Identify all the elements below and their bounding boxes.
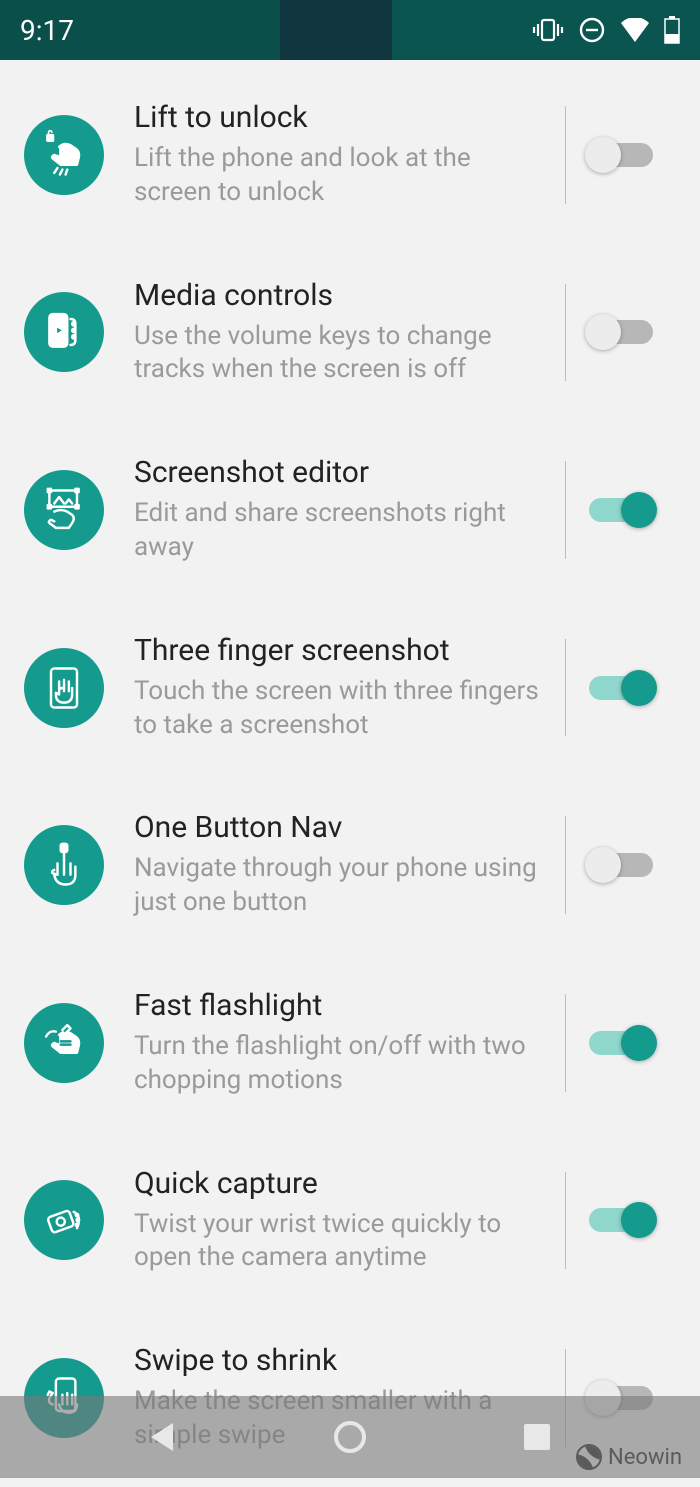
setting-text: Quick capture Twist your wrist twice qui… bbox=[104, 1166, 565, 1276]
setting-desc: Turn the flashlight on/off with two chop… bbox=[134, 1030, 551, 1098]
toggle-screenshot-editor[interactable] bbox=[589, 498, 653, 522]
quick-capture-icon bbox=[24, 1180, 104, 1260]
settings-list[interactable]: Lift to unlock Lift the phone and look a… bbox=[0, 60, 700, 1487]
vibrate-icon bbox=[532, 17, 564, 43]
setting-title: One Button Nav bbox=[134, 810, 551, 846]
setting-title: Three finger screenshot bbox=[134, 633, 551, 669]
setting-title: Screenshot editor bbox=[134, 455, 551, 491]
setting-lift-to-unlock[interactable]: Lift to unlock Lift the phone and look a… bbox=[0, 66, 700, 244]
setting-text: Media controls Use the volume keys to ch… bbox=[104, 278, 565, 388]
setting-desc: Twist your wrist twice quickly to open t… bbox=[134, 1208, 551, 1276]
setting-one-button-nav[interactable]: One Button Nav Navigate through your pho… bbox=[0, 776, 700, 954]
setting-text: Three finger screenshot Touch the screen… bbox=[104, 633, 565, 743]
toggle-three-finger-screenshot[interactable] bbox=[589, 676, 653, 700]
setting-title: Swipe to shrink bbox=[134, 1343, 551, 1379]
setting-quick-capture[interactable]: Quick capture Twist your wrist twice qui… bbox=[0, 1132, 700, 1310]
status-icons bbox=[532, 16, 680, 44]
one-button-nav-icon bbox=[24, 825, 104, 905]
media-controls-icon bbox=[24, 292, 104, 372]
nav-home-button[interactable] bbox=[326, 1413, 374, 1461]
nav-back-button[interactable] bbox=[139, 1413, 187, 1461]
nav-recent-button[interactable] bbox=[513, 1413, 561, 1461]
screenshot-editor-icon bbox=[24, 470, 104, 550]
setting-desc: Use the volume keys to change tracks whe… bbox=[134, 320, 551, 388]
status-bar: 9:17 bbox=[0, 0, 700, 60]
watermark-label: Neowin bbox=[608, 1445, 682, 1470]
neowin-logo-icon bbox=[576, 1444, 602, 1470]
setting-desc: Edit and share screenshots right away bbox=[134, 497, 551, 565]
setting-text: One Button Nav Navigate through your pho… bbox=[104, 810, 565, 920]
status-time: 9:17 bbox=[20, 14, 74, 47]
setting-text: Fast flashlight Turn the flashlight on/o… bbox=[104, 988, 565, 1098]
setting-media-controls[interactable]: Media controls Use the volume keys to ch… bbox=[0, 244, 700, 422]
setting-title: Media controls bbox=[134, 278, 551, 314]
watermark: Neowin bbox=[576, 1444, 682, 1470]
toggle-one-button-nav[interactable] bbox=[589, 853, 653, 877]
setting-three-finger-screenshot[interactable]: Three finger screenshot Touch the screen… bbox=[0, 599, 700, 777]
toggle-lift-to-unlock[interactable] bbox=[589, 143, 653, 167]
toggle-media-controls[interactable] bbox=[589, 320, 653, 344]
flashlight-icon bbox=[24, 1003, 104, 1083]
setting-fast-flashlight[interactable]: Fast flashlight Turn the flashlight on/o… bbox=[0, 954, 700, 1132]
setting-text: Screenshot editor Edit and share screens… bbox=[104, 455, 565, 565]
setting-title: Fast flashlight bbox=[134, 988, 551, 1024]
lift-unlock-icon bbox=[24, 115, 104, 195]
setting-text: Lift to unlock Lift the phone and look a… bbox=[104, 100, 565, 210]
setting-title: Lift to unlock bbox=[134, 100, 551, 136]
toggle-quick-capture[interactable] bbox=[589, 1208, 653, 1232]
setting-desc: Navigate through your phone using just o… bbox=[134, 852, 551, 920]
do-not-disturb-icon bbox=[578, 16, 606, 44]
setting-desc: Lift the phone and look at the screen to… bbox=[134, 142, 551, 210]
setting-title: Quick capture bbox=[134, 1166, 551, 1202]
setting-desc: Touch the screen with three fingers to t… bbox=[134, 675, 551, 743]
three-finger-icon bbox=[24, 648, 104, 728]
setting-screenshot-editor[interactable]: Screenshot editor Edit and share screens… bbox=[0, 421, 700, 599]
battery-icon bbox=[664, 16, 680, 44]
wifi-icon bbox=[620, 18, 650, 42]
toggle-fast-flashlight[interactable] bbox=[589, 1031, 653, 1055]
